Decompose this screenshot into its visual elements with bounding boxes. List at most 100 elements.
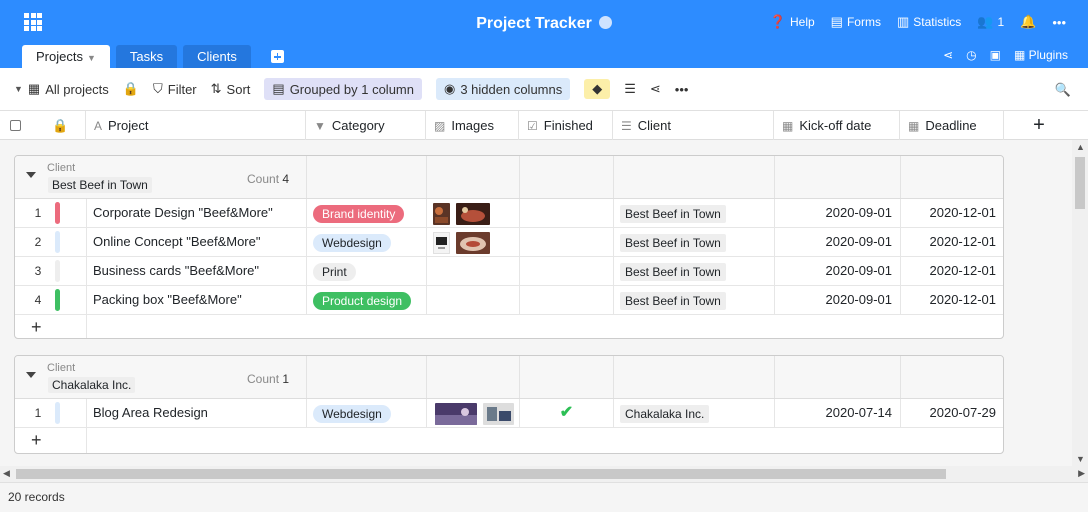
history-icon[interactable]: ◷: [966, 48, 976, 62]
column-header-images[interactable]: ▨ Images: [426, 111, 519, 140]
project-cell[interactable]: Blog Area Redesign: [87, 399, 307, 427]
group-button[interactable]: ▤ Grouped by 1 column: [264, 78, 422, 100]
category-cell[interactable]: Print: [307, 257, 427, 285]
image-thumbnail[interactable]: [455, 231, 490, 254]
row-color-button[interactable]: ◆: [584, 79, 611, 99]
deadline-cell[interactable]: 2020-07-29: [901, 399, 1003, 427]
images-cell[interactable]: [427, 399, 520, 427]
image-thumbnail[interactable]: [435, 402, 477, 425]
lock-icon[interactable]: 🔒: [52, 118, 68, 133]
collapse-group-icon[interactable]: [26, 372, 36, 378]
script-icon[interactable]: ▣: [990, 48, 1001, 62]
scroll-left-icon[interactable]: ◀: [3, 468, 10, 479]
client-link[interactable]: Best Beef in Town: [620, 233, 726, 252]
kickoff-cell[interactable]: 2020-09-01: [775, 228, 901, 256]
vertical-scrollbar[interactable]: ▲ ▼: [1072, 140, 1088, 466]
deadline-cell[interactable]: 2020-12-01: [901, 228, 1003, 256]
add-row-button[interactable]: +: [31, 430, 42, 451]
add-table-button[interactable]: [270, 50, 284, 63]
deadline-cell[interactable]: 2020-12-01: [901, 257, 1003, 285]
client-cell[interactable]: Best Beef in Town: [614, 199, 775, 227]
images-cell[interactable]: [427, 199, 520, 227]
table-row[interactable]: 1 Blog Area Redesign Webdesign ✔ Chakala…: [15, 399, 1003, 428]
client-cell[interactable]: Best Beef in Town: [614, 257, 775, 285]
kickoff-cell[interactable]: 2020-09-01: [775, 199, 901, 227]
category-cell[interactable]: Webdesign: [307, 228, 427, 256]
select-all-checkbox[interactable]: [10, 120, 21, 131]
table-row[interactable]: 1 Corporate Design "Beef&More" Brand ide…: [15, 199, 1003, 228]
client-cell[interactable]: Chakalaka Inc.: [614, 399, 775, 427]
notifications-bell[interactable]: 🔔: [1020, 14, 1036, 30]
share-icon[interactable]: ⋖: [943, 48, 953, 62]
finished-cell[interactable]: ✔: [520, 399, 614, 427]
users-link[interactable]: 👥 1: [977, 14, 1004, 30]
table-row[interactable]: 4 Packing box "Beef&More" Product design…: [15, 286, 1003, 315]
lock-icon[interactable]: 🔒: [123, 81, 139, 97]
image-thumbnail[interactable]: [433, 231, 450, 254]
add-row-button[interactable]: +: [31, 317, 42, 338]
filter-button[interactable]: ⛉ Filter: [153, 81, 197, 97]
category-cell[interactable]: Webdesign: [307, 399, 427, 427]
project-cell[interactable]: Online Concept "Beef&More": [87, 228, 307, 256]
table-row[interactable]: 3 Business cards "Beef&More" Print Best …: [15, 257, 1003, 286]
project-cell[interactable]: Corporate Design "Beef&More": [87, 199, 307, 227]
image-thumbnail[interactable]: [482, 402, 514, 425]
image-thumbnail[interactable]: [455, 202, 490, 225]
more-menu[interactable]: •••: [1052, 15, 1066, 30]
kickoff-cell[interactable]: 2020-09-01: [775, 286, 901, 314]
plugins-button[interactable]: ▦ Plugins: [1014, 48, 1068, 62]
client-link[interactable]: Best Beef in Town: [620, 204, 726, 223]
tab-tasks[interactable]: Tasks: [115, 45, 178, 68]
column-header-client[interactable]: ☰ Client: [613, 111, 774, 140]
kickoff-cell[interactable]: 2020-07-14: [775, 399, 901, 427]
image-thumbnail[interactable]: [433, 202, 450, 225]
hidden-columns-button[interactable]: ◉ 3 hidden columns: [435, 78, 571, 100]
tab-clients[interactable]: Clients: [183, 45, 251, 68]
finished-cell[interactable]: [520, 286, 614, 314]
column-header-finished[interactable]: ☑ Finished: [519, 111, 613, 140]
client-cell[interactable]: Best Beef in Town: [614, 228, 775, 256]
images-cell[interactable]: [427, 257, 520, 285]
images-cell[interactable]: [427, 228, 520, 256]
tab-projects[interactable]: Projects ▼: [22, 45, 110, 68]
scroll-right-icon[interactable]: ▶: [1078, 468, 1085, 479]
project-cell[interactable]: Packing box "Beef&More": [87, 286, 307, 314]
category-cell[interactable]: Brand identity: [307, 199, 427, 227]
forms-link[interactable]: ▤ Forms: [831, 14, 881, 30]
help-link[interactable]: ❓ Help: [770, 14, 815, 30]
finished-cell[interactable]: [520, 257, 614, 285]
view-selector[interactable]: ▼ ▦ All projects: [14, 81, 109, 97]
row-height-icon[interactable]: ☰: [624, 81, 636, 97]
horizontal-scroll-thumb[interactable]: [16, 469, 946, 479]
project-cell[interactable]: Business cards "Beef&More": [87, 257, 307, 285]
scroll-down-icon[interactable]: ▼: [1076, 454, 1085, 464]
kickoff-cell[interactable]: 2020-09-01: [775, 257, 901, 285]
column-header-category[interactable]: ▼ Category: [306, 111, 426, 140]
client-cell[interactable]: Best Beef in Town: [614, 286, 775, 314]
horizontal-scrollbar[interactable]: ◀ ▶: [0, 466, 1088, 482]
finished-cell[interactable]: [520, 199, 614, 227]
search-icon[interactable]: 🔍: [1055, 82, 1071, 98]
vertical-scroll-thumb[interactable]: [1075, 157, 1085, 209]
add-column-button[interactable]: +: [1004, 111, 1074, 140]
column-header-kickoff[interactable]: ▦ Kick-off date: [774, 111, 900, 140]
toolbar-more-icon[interactable]: •••: [675, 82, 689, 97]
deadline-cell[interactable]: 2020-12-01: [901, 286, 1003, 314]
column-header-deadline[interactable]: ▦ Deadline: [900, 111, 1004, 140]
share-view-icon[interactable]: ⋖: [650, 81, 661, 97]
column-header-project[interactable]: A Project: [86, 111, 306, 140]
client-link[interactable]: Best Beef in Town: [620, 262, 726, 281]
chevron-down-icon[interactable]: ▼: [87, 53, 96, 63]
client-link[interactable]: Chakalaka Inc.: [620, 404, 710, 423]
collapse-group-icon[interactable]: [26, 172, 36, 178]
sort-button[interactable]: ⇅ Sort: [211, 81, 251, 97]
statistics-link[interactable]: ▥ Statistics: [897, 14, 961, 30]
scroll-up-icon[interactable]: ▲: [1076, 142, 1085, 152]
deadline-cell[interactable]: 2020-12-01: [901, 199, 1003, 227]
table-row[interactable]: 2 Online Concept "Beef&More" Webdesign B…: [15, 228, 1003, 257]
client-link[interactable]: Best Beef in Town: [620, 291, 726, 310]
info-icon[interactable]: [598, 16, 612, 29]
finished-cell[interactable]: [520, 228, 614, 256]
category-cell[interactable]: Product design: [307, 286, 427, 314]
images-cell[interactable]: [427, 286, 520, 314]
